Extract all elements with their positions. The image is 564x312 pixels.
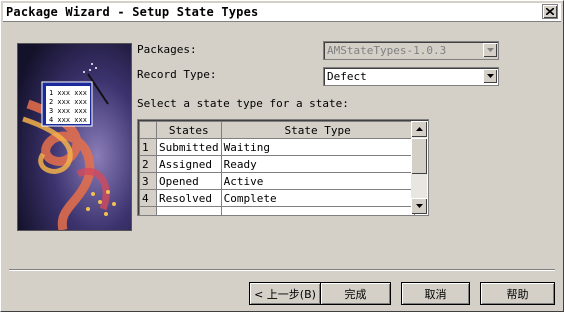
- state-type-cell[interactable]: Active: [220, 172, 415, 190]
- title-bar: Package Wizard - Setup State Types: [3, 3, 561, 22]
- art-list-item: 3 xxx xxx: [49, 107, 87, 115]
- chevron-down-icon[interactable]: [483, 69, 497, 83]
- state-cell[interactable]: Assigned: [156, 155, 222, 173]
- state-type-cell[interactable]: Waiting: [220, 138, 415, 156]
- help-button[interactable]: 帮助: [480, 282, 555, 305]
- wizard-graphic: 1 xxx xxx 2 xxx xxx 3 xxx xxx 4 xxx xxx: [18, 44, 131, 230]
- wizard-window: Package Wizard - Setup State Types 1 xxx…: [0, 0, 564, 312]
- state-type-cell[interactable]: [220, 206, 415, 215]
- record-type-label: Record Type:: [137, 68, 217, 81]
- footer-divider: [9, 269, 555, 271]
- close-icon: [546, 8, 554, 15]
- row-number[interactable]: 3: [139, 172, 157, 190]
- table-row[interactable]: 3 Opened Active: [139, 172, 415, 190]
- arrow-down-icon: [415, 204, 423, 208]
- art-list-item: 4 xxx xxx: [49, 116, 87, 124]
- column-header-state-type[interactable]: State Type: [220, 121, 415, 139]
- grid-header-row: States State Type: [139, 121, 415, 139]
- table-row[interactable]: 1 Submitted Waiting: [139, 138, 415, 156]
- packages-label: Packages:: [137, 43, 197, 56]
- state-type-grid[interactable]: States State Type 1 Submitted Waiting 2 …: [137, 119, 429, 216]
- grid-corner: [139, 121, 157, 139]
- back-button[interactable]: < 上一步(B): [249, 282, 321, 305]
- cancel-button[interactable]: 取消: [401, 282, 470, 305]
- scroll-up-button[interactable]: [411, 121, 427, 137]
- packages-select: AMStateTypes-1.0.3: [323, 41, 499, 60]
- finish-button[interactable]: 完成: [320, 282, 391, 305]
- scroll-down-button[interactable]: [411, 198, 427, 214]
- art-list-item: 2 xxx xxx: [49, 98, 87, 106]
- chevron-down-icon: [483, 43, 497, 57]
- column-header-states[interactable]: States: [156, 121, 222, 139]
- table-row[interactable]: 4 Resolved Complete: [139, 189, 415, 207]
- scroll-thumb[interactable]: [411, 138, 427, 174]
- state-type-cell[interactable]: Complete: [220, 189, 415, 207]
- row-number[interactable]: 4: [139, 189, 157, 207]
- table-row[interactable]: [139, 206, 415, 215]
- packages-value: AMStateTypes-1.0.3: [327, 44, 447, 57]
- row-number[interactable]: 2: [139, 155, 157, 173]
- state-cell[interactable]: Resolved: [156, 189, 222, 207]
- state-cell[interactable]: Submitted: [156, 138, 222, 156]
- record-type-select[interactable]: Defect: [323, 67, 499, 86]
- state-cell[interactable]: Opened: [156, 172, 222, 190]
- art-list-item: 1 xxx xxx: [49, 89, 87, 97]
- vertical-scrollbar[interactable]: [411, 121, 427, 214]
- wizard-artwork: 1 xxx xxx 2 xxx xxx 3 xxx xxx 4 xxx xxx: [17, 43, 132, 231]
- row-number[interactable]: [139, 206, 157, 215]
- close-button[interactable]: [542, 4, 558, 19]
- record-type-value: Defect: [327, 70, 367, 83]
- arrow-up-icon: [415, 127, 423, 131]
- instruction-text: Select a state type for a state:: [137, 97, 349, 110]
- row-number[interactable]: 1: [139, 138, 157, 156]
- table-row[interactable]: 2 Assigned Ready: [139, 155, 415, 173]
- state-cell[interactable]: [156, 206, 222, 215]
- window-title: Package Wizard - Setup State Types: [6, 5, 259, 19]
- state-type-cell[interactable]: Ready: [220, 155, 415, 173]
